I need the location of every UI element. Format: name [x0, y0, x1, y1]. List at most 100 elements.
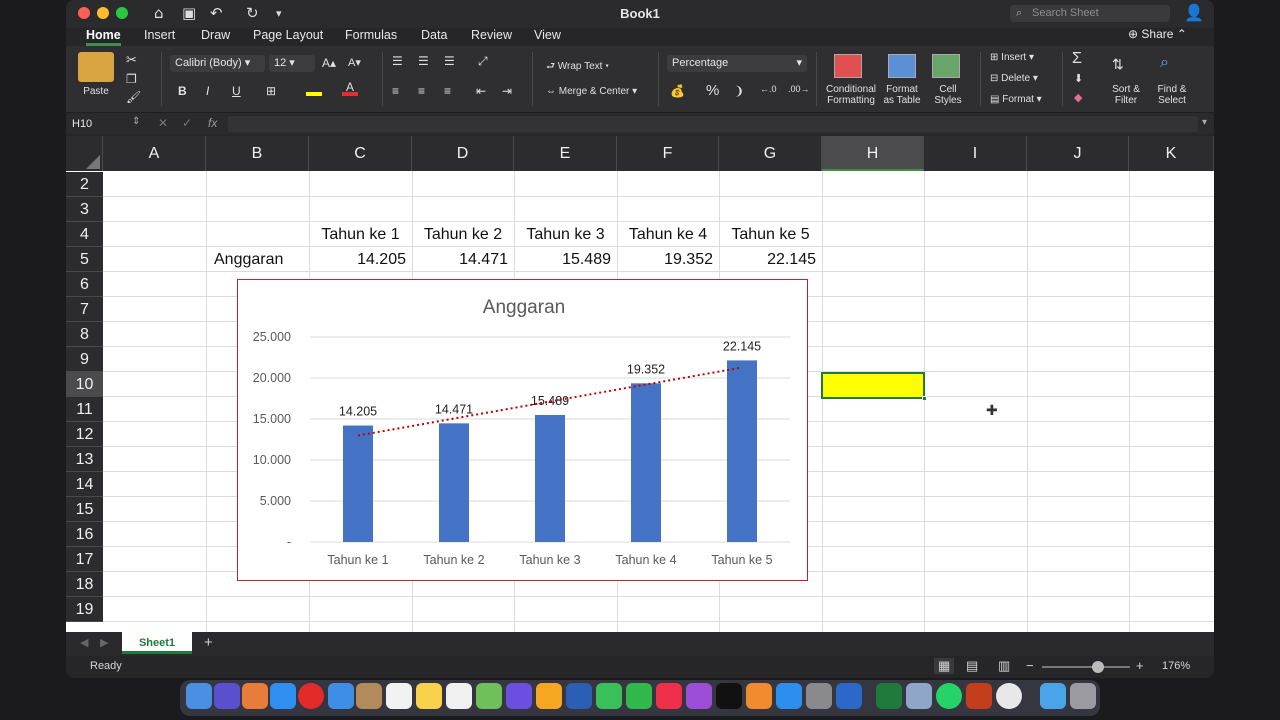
launchpad-icon[interactable] [242, 683, 268, 709]
row-header[interactable]: 4 [66, 222, 103, 247]
finder-icon[interactable] [186, 683, 212, 709]
chrome-icon[interactable] [996, 683, 1022, 709]
italic-button[interactable]: I [206, 84, 209, 98]
row-header[interactable]: 6 [66, 272, 103, 297]
column-header-j[interactable]: J [1027, 136, 1129, 171]
name-box-stepper-icon[interactable]: ⇕ [132, 116, 140, 127]
decrease-decimal-icon[interactable]: .00→ [788, 84, 810, 94]
column-header-k[interactable]: K [1129, 136, 1214, 171]
row-header[interactable]: 11 [66, 397, 103, 422]
account-icon[interactable]: 👤 [1184, 3, 1204, 23]
increase-font-icon[interactable]: A▴ [322, 56, 336, 70]
zoom-level[interactable]: 176% [1162, 660, 1190, 672]
increase-indent-icon[interactable]: ⇥ [502, 84, 512, 98]
align-right-icon[interactable]: ≡ [444, 84, 451, 98]
bold-button[interactable]: B [178, 84, 187, 98]
comma-style-icon[interactable]: ❩ [734, 84, 744, 98]
decrease-font-icon[interactable]: A▾ [348, 56, 361, 69]
borders-icon[interactable]: ⊞ [266, 84, 276, 98]
font-color-icon[interactable]: A [342, 81, 358, 96]
cell-d4[interactable]: Tahun ke 2 [412, 222, 514, 247]
worksheet-grid[interactable]: A B C D E F G H I J K 2 3 4 5 6 7 8 9 10… [66, 136, 1214, 632]
column-header-f[interactable]: F [617, 136, 719, 171]
number-format-select[interactable]: Percentage ▾ [667, 55, 807, 72]
column-header-b[interactable]: B [206, 136, 309, 171]
expand-formula-icon[interactable]: ▾ [1202, 117, 1207, 128]
add-sheet-icon[interactable]: + [204, 634, 213, 651]
align-left-icon[interactable]: ≡ [392, 84, 399, 98]
align-bottom-icon[interactable]: ☰ [444, 54, 455, 68]
podcasts-icon[interactable] [686, 683, 712, 709]
search-sheet-input[interactable]: ⌕ Search Sheet [1010, 5, 1170, 22]
clear-icon[interactable]: ◆ [1074, 91, 1082, 104]
cell-d5[interactable]: 14.471 [412, 247, 514, 272]
row-header[interactable]: 2 [66, 172, 103, 197]
share-button[interactable]: ⊕ Share ⌃ [1128, 27, 1187, 41]
tab-view[interactable]: View [534, 26, 561, 46]
column-header-c[interactable]: C [309, 136, 412, 171]
trash-icon[interactable] [1070, 683, 1096, 709]
row-header[interactable]: 15 [66, 497, 103, 522]
column-header-a[interactable]: A [103, 136, 206, 171]
fill-color-icon[interactable] [306, 82, 322, 96]
column-header-g[interactable]: G [719, 136, 822, 171]
fill-handle[interactable] [922, 396, 927, 401]
autosum-icon[interactable]: Σ [1072, 50, 1082, 68]
row-header[interactable]: 16 [66, 522, 103, 547]
imovie-icon[interactable] [506, 683, 532, 709]
system-preferences-icon[interactable] [806, 683, 832, 709]
cell-g5[interactable]: 22.145 [719, 247, 822, 272]
books-icon[interactable] [746, 683, 772, 709]
accounting-format-icon[interactable]: 💰 [670, 84, 685, 98]
row-header[interactable]: 19 [66, 597, 103, 622]
increase-decimal-icon[interactable]: ←.0 [760, 84, 777, 94]
contacts-icon[interactable] [356, 683, 382, 709]
conditional-formatting-icon[interactable] [834, 54, 862, 78]
column-header-e[interactable]: E [514, 136, 617, 171]
sheet-tab-sheet1[interactable]: Sheet1 [122, 632, 192, 654]
cell-g4[interactable]: Tahun ke 5 [719, 222, 822, 247]
downloads-folder-icon[interactable] [1040, 683, 1066, 709]
page-layout-view-icon[interactable]: ▤ [966, 658, 978, 674]
column-header-h[interactable]: H [822, 136, 924, 171]
cancel-icon[interactable]: ✕ [158, 116, 168, 130]
delete-cells-button[interactable]: ⊟ Delete ▾ [990, 73, 1038, 84]
zoom-out-icon[interactable]: − [1026, 658, 1034, 673]
siri-icon[interactable] [214, 683, 240, 709]
row-header[interactable]: 5 [66, 247, 103, 272]
format-as-table-button[interactable]: Format as Table [880, 84, 924, 106]
formula-input[interactable] [228, 116, 1198, 132]
column-header-d[interactable]: D [412, 136, 514, 171]
align-middle-icon[interactable]: ☰ [418, 54, 429, 68]
row-header[interactable]: 13 [66, 447, 103, 472]
messages-icon[interactable] [596, 683, 622, 709]
tab-formulas[interactable]: Formulas [345, 26, 397, 46]
align-center-icon[interactable]: ≡ [418, 84, 425, 98]
preview-icon[interactable] [906, 683, 932, 709]
next-sheet-icon[interactable]: ▶ [100, 636, 108, 649]
notes-icon[interactable] [416, 683, 442, 709]
format-cells-button[interactable]: ▤ Format ▾ [990, 94, 1042, 105]
row-header[interactable]: 8 [66, 322, 103, 347]
tab-data[interactable]: Data [421, 26, 447, 46]
paste-button[interactable]: Paste [78, 86, 114, 97]
tab-page-layout[interactable]: Page Layout [253, 26, 323, 46]
selected-cell-h10[interactable] [821, 372, 927, 401]
row-header[interactable]: 9 [66, 347, 103, 372]
underline-button[interactable]: U [232, 84, 241, 98]
cell-f5[interactable]: 19.352 [617, 247, 719, 272]
find-select-icon[interactable]: ⌕ [1160, 54, 1169, 72]
safari-icon[interactable] [270, 683, 296, 709]
align-top-icon[interactable]: ☰ [392, 54, 403, 68]
select-all-button[interactable] [66, 136, 103, 171]
find-select-button[interactable]: Find & Select [1150, 84, 1194, 106]
zoom-slider-thumb[interactable] [1092, 661, 1104, 673]
cell-e5[interactable]: 15.489 [514, 247, 617, 272]
excel-icon[interactable] [876, 683, 902, 709]
row-header[interactable]: 3 [66, 197, 103, 222]
cell-c5[interactable]: 14.205 [309, 247, 412, 272]
insert-function-button[interactable]: fx [208, 116, 217, 130]
tab-draw[interactable]: Draw [201, 26, 230, 46]
maps-icon[interactable] [476, 683, 502, 709]
font-size-select[interactable]: 12 ▾ [269, 55, 315, 72]
